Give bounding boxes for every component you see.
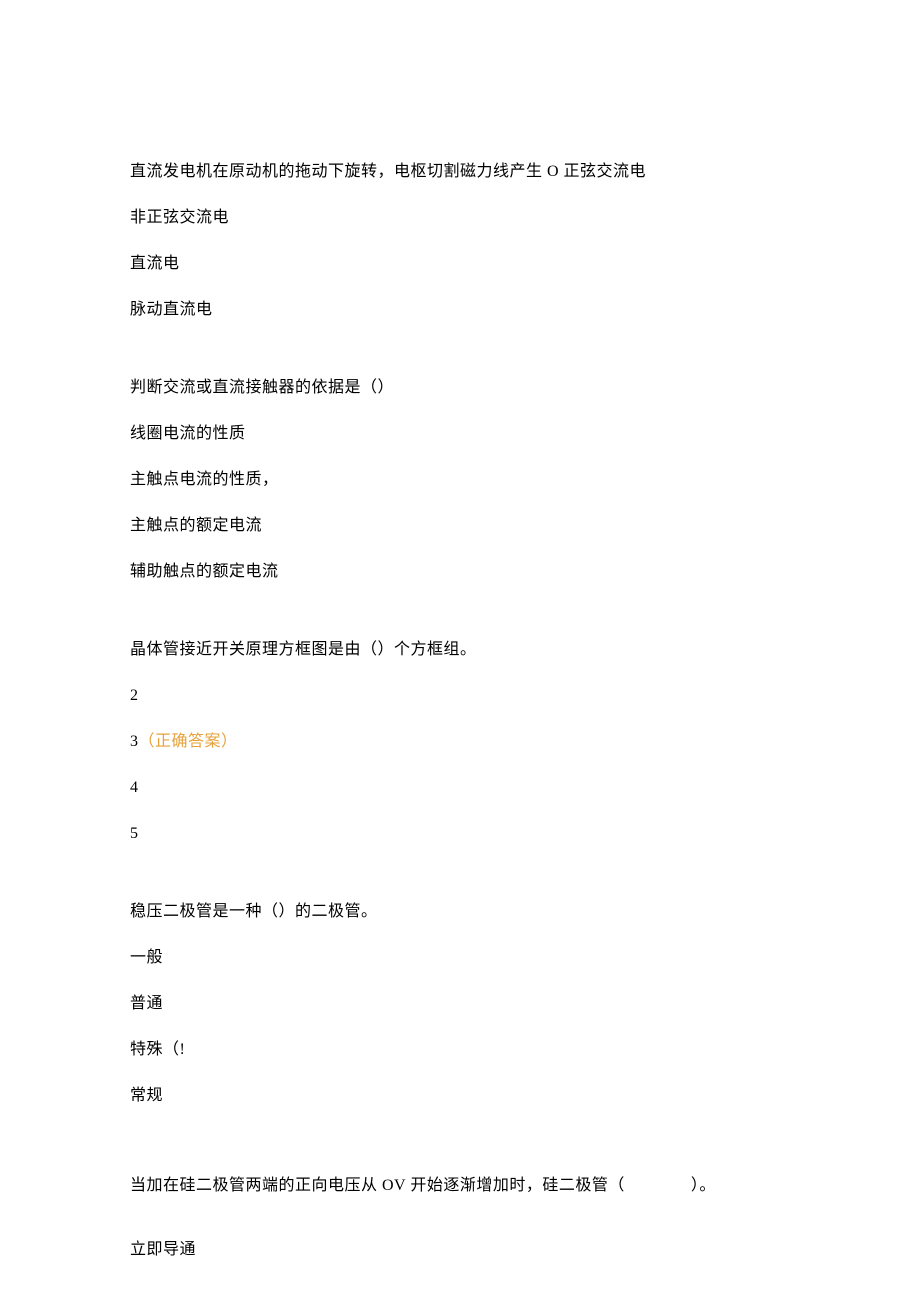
answer-option: 非正弦交流电 (130, 206, 790, 230)
question-stem: 晶体管接近开关原理方框图是由（）个方框组。 (130, 638, 790, 662)
answer-option: 主触点的额定电流 (130, 514, 790, 538)
answer-option: 2 (130, 684, 790, 708)
answer-option: 脉动直流电 (130, 298, 790, 322)
answer-option: 主触点电流的性质， (130, 468, 790, 492)
answer-option: 直流电 (130, 252, 790, 276)
question-stem: 稳压二极管是一种（）的二极管。 (130, 900, 790, 924)
answer-option: 普通 (130, 992, 790, 1016)
answer-option: 5 (130, 822, 790, 846)
document-page: 直流发电机在原动机的拖动下旋转，电枢切割磁力线产生 O 正弦交流电 非正弦交流电… (0, 0, 920, 1301)
answer-option: 立即导通 (130, 1238, 790, 1262)
option-value: 3 (130, 733, 139, 750)
correct-answer-label: （正确答案） (139, 733, 238, 750)
answer-option-correct: 3（正确答案） (130, 730, 790, 754)
answer-option: 特殊（! (130, 1038, 790, 1062)
answer-option: 辅助触点的额定电流 (130, 560, 790, 584)
question-stem: 直流发电机在原动机的拖动下旋转，电枢切割磁力线产生 O 正弦交流电 (130, 160, 790, 184)
question-stem: 当加在硅二极管两端的正向电压从 OV 开始逐渐增加时，硅二极管（ ）。 (130, 1174, 790, 1198)
answer-option: 常规 (130, 1084, 790, 1108)
answer-option: 线圈电流的性质 (130, 422, 790, 446)
answer-option: 4 (130, 776, 790, 800)
question-stem: 判断交流或直流接触器的依据是（） (130, 376, 790, 400)
answer-option: 一般 (130, 946, 790, 970)
